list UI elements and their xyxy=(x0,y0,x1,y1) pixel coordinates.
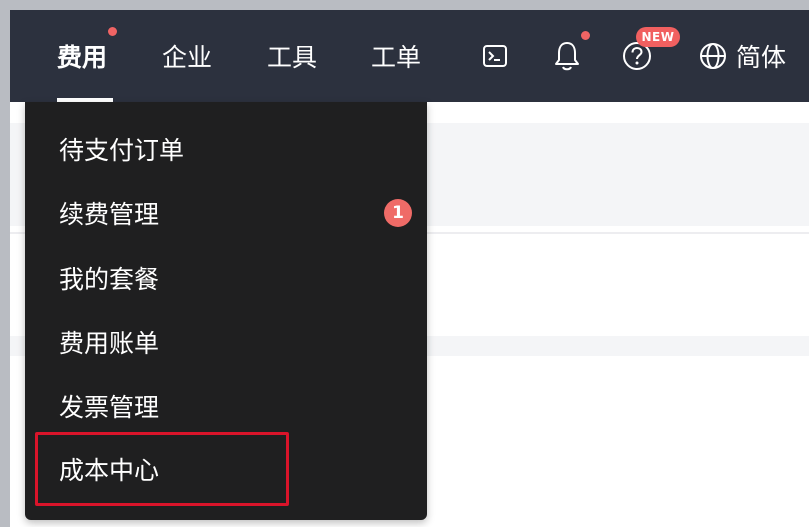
nav-item-billing[interactable]: 费用 xyxy=(57,10,107,102)
nav-item-tools[interactable]: 工具 xyxy=(267,10,317,102)
new-badge: NEW xyxy=(636,27,680,47)
menu-item-pending-orders[interactable]: 待支付订单 xyxy=(25,121,427,177)
language-label: 简体 xyxy=(736,43,787,72)
nav-item-label: 费用 xyxy=(57,43,108,72)
terminal-icon[interactable] xyxy=(482,10,508,102)
nav-item-label: 企业 xyxy=(162,43,213,72)
nav-item-tickets[interactable]: 工单 xyxy=(371,10,421,102)
notification-dot xyxy=(108,27,117,36)
top-navigation-bar: 费用 企业 工具 工单 NEW 简体 xyxy=(10,10,809,102)
menu-item-invoice-management[interactable]: 发票管理 xyxy=(25,378,427,434)
menu-item-label: 续费管理 xyxy=(59,200,160,229)
screenshot-frame: 费用 企业 工具 工单 NEW 简体 待支付订单 续费管理 1 我的套餐 费用账… xyxy=(0,0,809,527)
bell-icon[interactable] xyxy=(552,10,582,102)
menu-item-renewal-management[interactable]: 续费管理 1 xyxy=(25,185,427,241)
nav-item-label: 工具 xyxy=(267,43,318,72)
notification-dot xyxy=(581,31,590,40)
globe-icon[interactable] xyxy=(698,10,728,102)
menu-item-billing-statements[interactable]: 费用账单 xyxy=(25,314,427,370)
menu-item-my-packages[interactable]: 我的套餐 xyxy=(25,250,427,306)
highlight-box xyxy=(35,432,289,506)
count-badge: 1 xyxy=(384,199,412,227)
menu-item-label: 发票管理 xyxy=(59,393,160,422)
language-switcher[interactable]: 简体 xyxy=(736,10,786,102)
billing-dropdown-menu: 待支付订单 续费管理 1 我的套餐 费用账单 发票管理 成本中心 xyxy=(25,102,427,520)
menu-item-label: 我的套餐 xyxy=(59,265,160,294)
nav-item-enterprise[interactable]: 企业 xyxy=(162,10,212,102)
help-icon[interactable] xyxy=(621,10,653,102)
nav-item-label: 工单 xyxy=(371,43,422,72)
menu-item-label: 费用账单 xyxy=(59,329,160,358)
menu-item-label: 待支付订单 xyxy=(59,136,185,165)
